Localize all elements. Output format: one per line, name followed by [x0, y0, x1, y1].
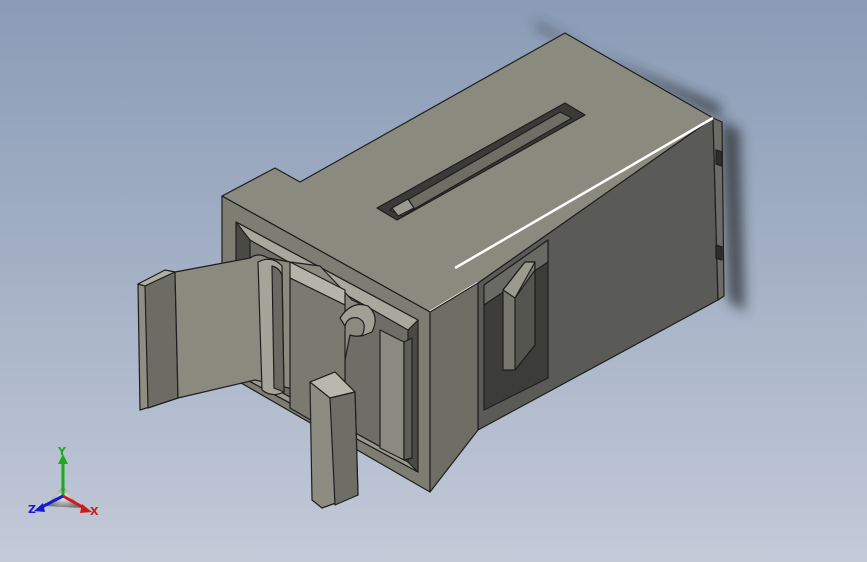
flange-hole-bottom: [715, 244, 723, 261]
axis-triad: Y X Z: [26, 446, 106, 526]
latch-part-model[interactable]: [0, 0, 867, 562]
flange-hole-top: [715, 149, 723, 167]
triad-y-label: Y: [58, 445, 66, 458]
latch-spring-bead-shade: [271, 265, 285, 393]
3d-graphics-viewport[interactable]: Y X Z: [0, 0, 867, 562]
latch-finger-right-face: [329, 391, 359, 506]
inner-partition-side: [403, 337, 413, 461]
inner-partition: [379, 329, 405, 461]
latch-finger-left-face: [144, 271, 179, 409]
box-front-edge: [429, 282, 479, 493]
triad-z-label: Z: [28, 503, 36, 516]
triad-x-label: X: [90, 505, 99, 518]
